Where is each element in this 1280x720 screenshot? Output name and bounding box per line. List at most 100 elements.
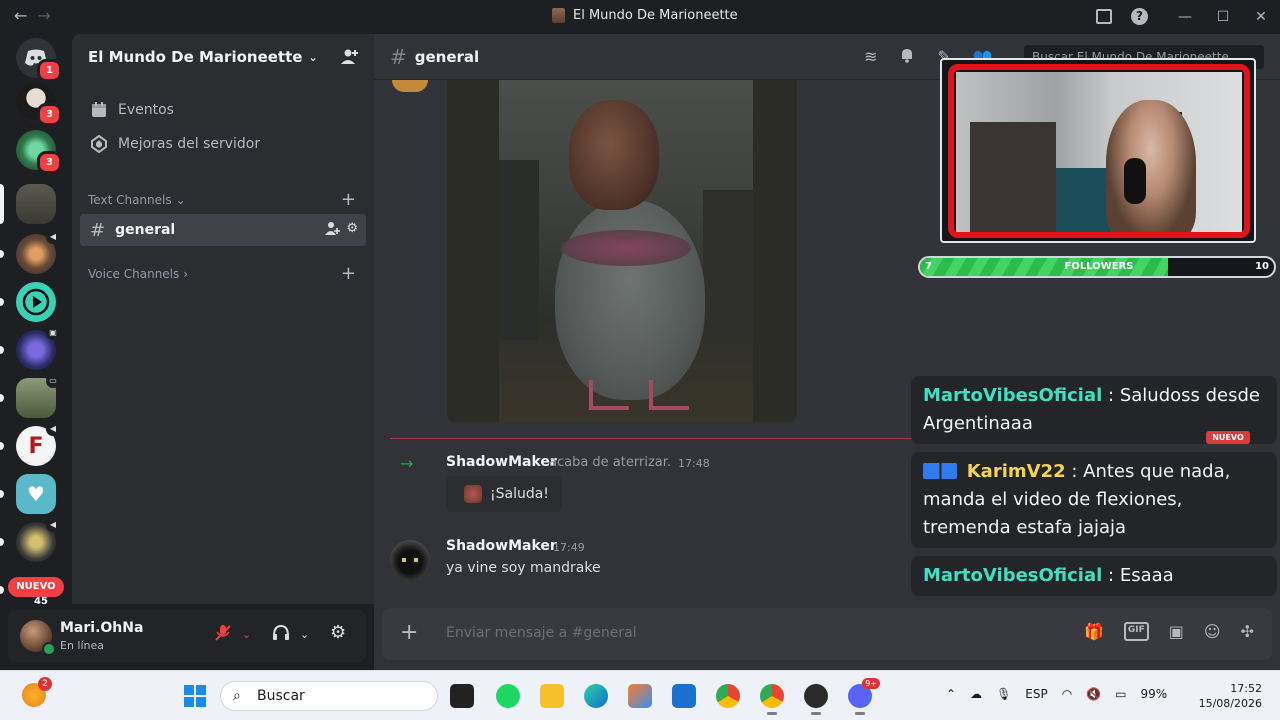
webcam-overlay [940, 58, 1256, 243]
chevron-up-icon[interactable]: ⌃ [946, 687, 956, 701]
chevron-right-icon: › [183, 267, 189, 281]
create-voice-channel-icon[interactable]: + [341, 263, 356, 284]
server-green[interactable]: 3 [16, 130, 62, 174]
voice-channels-category[interactable]: Voice Channels › [88, 267, 188, 281]
cat-eyes-shape [402, 558, 418, 562]
cloud-icon[interactable]: ☁ [970, 687, 982, 701]
server-ruins[interactable] [16, 184, 56, 224]
minimize-button[interactable]: — [1166, 9, 1204, 25]
message-timestamp: 17:49 [553, 541, 585, 554]
audio-options-chevron-icon[interactable]: ⌄ [300, 628, 309, 641]
message-author[interactable]: ShadowMaker [446, 454, 557, 470]
server-direct-messages[interactable]: 1 [16, 38, 62, 82]
server-among[interactable]: ▣ [16, 326, 60, 370]
sticker-icon[interactable]: ▣ [1169, 622, 1184, 641]
gif-icon[interactable]: GIF [1123, 622, 1149, 641]
server-minecraft[interactable]: ▭ [16, 374, 60, 418]
boost-gem-icon [90, 134, 108, 154]
message-body: ya vine soy mandrake [446, 560, 601, 576]
store-icon[interactable] [628, 684, 652, 708]
volume-muted-icon[interactable]: 🔇 [1086, 687, 1101, 701]
pigeon-leg-shape [649, 380, 689, 410]
pigeon-leg-shape [589, 380, 629, 410]
headphones-icon[interactable] [272, 624, 290, 646]
window-title: El Mundo De Marioneette [552, 8, 738, 23]
server-speaker[interactable]: ◀ [16, 230, 60, 274]
clock-date: 15/08/2026 [1198, 697, 1262, 710]
apps-icon[interactable]: ✣ [1241, 622, 1254, 641]
gear-icon[interactable]: ⚙ [346, 221, 358, 240]
user-settings-gear-icon[interactable]: ⚙ [330, 622, 346, 643]
message-input[interactable]: Enviar mensaje a #general [446, 625, 637, 641]
mic-options-chevron-icon[interactable]: ⌄ [242, 628, 251, 641]
obs-icon[interactable] [804, 684, 828, 715]
server-play[interactable] [16, 282, 56, 322]
server-boost-item[interactable]: Mejoras del servidor [80, 128, 366, 160]
weather-widget-icon[interactable]: 2 [22, 677, 52, 707]
taskbar-search[interactable]: ⌕ Buscar [220, 681, 438, 711]
task-view-app-icon[interactable] [450, 684, 474, 708]
bell-icon[interactable] [899, 47, 915, 67]
unread-indicator [0, 394, 4, 402]
message-image-attachment[interactable] [447, 80, 797, 422]
forward-arrow-icon[interactable]: → [37, 6, 50, 25]
help-icon[interactable]: ? [1131, 8, 1148, 25]
category-label: Text Channels [88, 193, 172, 207]
battery-percent: 99% [1140, 687, 1168, 701]
notification-badge: 9+ [862, 678, 880, 689]
edge-icon[interactable] [584, 684, 608, 708]
mic-muted-icon[interactable] [214, 624, 232, 646]
chrome-profile-icon[interactable] [760, 684, 784, 715]
gift-icon[interactable]: 🎁 [1084, 622, 1104, 641]
emoji-icon[interactable]: ☺ [1204, 622, 1221, 641]
channel-label: general [115, 222, 176, 238]
taskbar-clock[interactable]: 17:52 15/08/2026 [1196, 681, 1262, 711]
username[interactable]: Mari.OhNa [60, 620, 143, 636]
events-item[interactable]: Eventos [80, 94, 366, 126]
battery-icon[interactable]: ▭ [1115, 687, 1126, 701]
maximize-button[interactable]: ☐ [1204, 9, 1242, 25]
server-heart[interactable]: ♥ [16, 474, 56, 514]
wave-hello-button[interactable]: ¡Saluda! [446, 476, 562, 512]
channel-general[interactable]: # general ⚙ [80, 214, 366, 246]
inbox-icon[interactable] [1096, 9, 1112, 24]
outlook-icon[interactable] [672, 684, 696, 708]
history-nav: ← → [14, 6, 51, 25]
message-author[interactable]: ShadowMaker [446, 538, 557, 554]
chat-username: KarimV22 [966, 461, 1066, 482]
user-badges-icon [923, 463, 957, 479]
attach-plus-icon[interactable]: + [400, 620, 418, 645]
channel-sidebar: El Mundo De Marioneette ⌄ Eventos Mejora… [72, 34, 374, 604]
chevron-down-icon: ⌄ [175, 193, 186, 207]
avatar[interactable] [392, 80, 428, 92]
server-header[interactable]: El Mundo De Marioneette ⌄ [72, 34, 374, 80]
crying-face-shape [569, 100, 659, 210]
new-message-tag: NUEVO [1206, 431, 1250, 444]
chat-text: Esaaa [1119, 565, 1174, 586]
file-explorer-icon[interactable] [540, 684, 564, 708]
start-windows-icon[interactable] [184, 685, 206, 707]
spotify-icon[interactable] [496, 684, 520, 708]
back-arrow-icon[interactable]: ← [14, 6, 27, 25]
text-channels-category[interactable]: Text Channels ⌄ [88, 193, 186, 207]
chrome-icon[interactable] [716, 684, 740, 708]
server-cars[interactable]: ◀ [16, 518, 60, 562]
wifi-icon[interactable]: ◠ [1062, 687, 1072, 701]
invite-people-icon[interactable] [340, 47, 360, 67]
composer-tools: 🎁 GIF ▣ ☺ ✣ [1084, 622, 1254, 641]
new-servers-pill[interactable]: NUEVO [8, 577, 64, 597]
calendar-icon [90, 101, 108, 119]
events-label: Eventos [118, 102, 174, 118]
create-text-channel-icon[interactable]: + [341, 189, 356, 210]
followers-goal: 10 [1255, 261, 1269, 272]
language-indicator[interactable]: ESP [1025, 687, 1047, 701]
create-invite-icon[interactable] [325, 221, 341, 240]
discord-taskbar-icon[interactable]: 9+ [848, 678, 880, 715]
speaker-icon: ◀ [46, 422, 60, 436]
close-button[interactable]: ✕ [1242, 9, 1280, 25]
microphone-icon[interactable]: 🎙 [996, 687, 1011, 701]
avatar[interactable] [390, 540, 430, 580]
server-f[interactable]: F ◀ [16, 422, 60, 466]
server-anime[interactable]: 3 [16, 82, 62, 126]
threads-icon[interactable]: ≋ [864, 47, 877, 67]
